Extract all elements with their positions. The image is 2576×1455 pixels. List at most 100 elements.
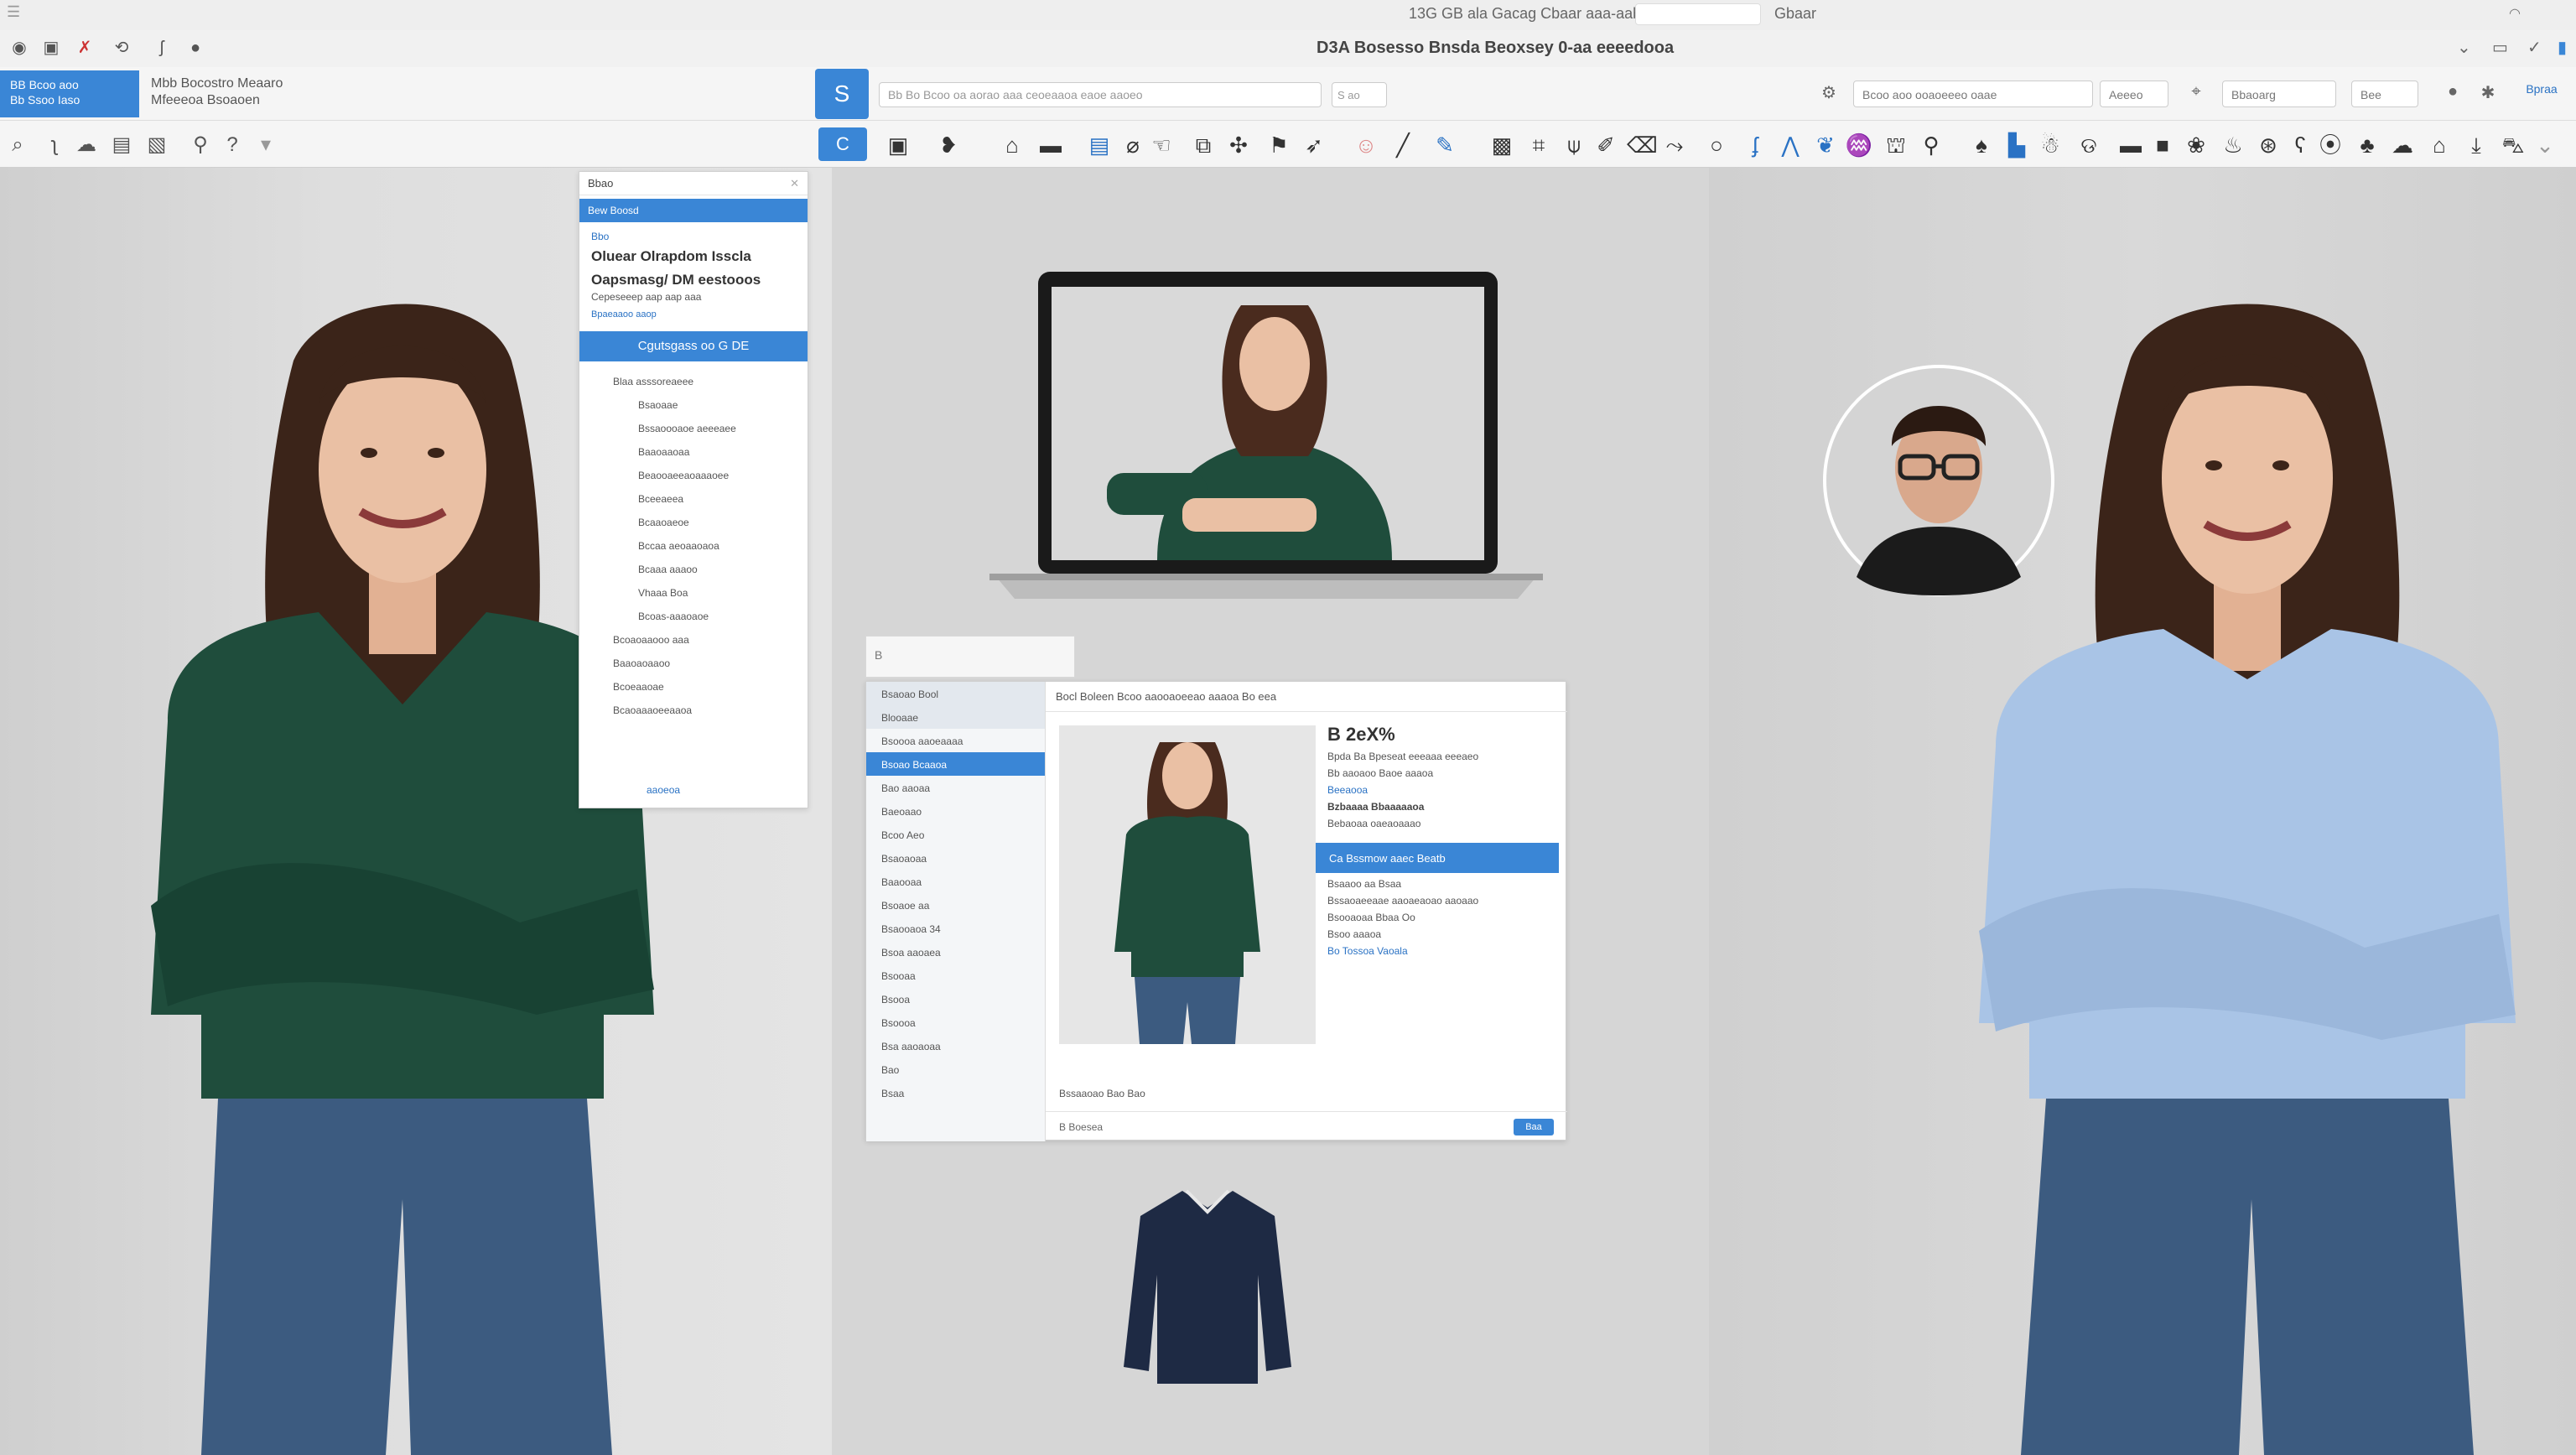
panel-link[interactable]: Bpaeaaoo aaop [591,309,796,320]
heart-tool-icon[interactable]: ❥ [934,131,963,159]
cloud-icon[interactable]: ☁ [74,133,99,158]
sidebar-item[interactable]: Bcoo Aeo [866,823,1045,846]
wave-tool-icon[interactable]: ⦿ [2316,131,2345,159]
option-selector[interactable]: Ca Bssmow aaec Beatb [1316,843,1559,873]
face-tool-icon[interactable]: ☺ [1352,131,1380,159]
product-photo[interactable] [1059,725,1316,1044]
square-tool-icon[interactable]: ■ [2148,131,2177,159]
list-item[interactable]: Bcoeaaoae [613,675,808,699]
transform-tool-icon[interactable]: ✣ [1224,131,1253,159]
navy-sweater-image[interactable] [1115,1182,1300,1392]
link-icon[interactable]: ⚲ [188,133,213,158]
mini-app-tab[interactable]: B [865,636,1075,678]
pen-tool-icon[interactable]: ✎ [1431,131,1459,159]
sidebar-item[interactable]: Bsa aaoaoaa [866,1034,1045,1057]
panel-action-button[interactable]: Cgutsgass oo G DE [579,331,808,361]
sidebar-item[interactable]: Bao [866,1057,1045,1081]
home-tool-icon[interactable]: ⌂ [998,131,1026,159]
sidebar-item[interactable]: Blooaae [866,705,1045,729]
frame-icon[interactable]: ▧ [144,133,169,158]
title-field[interactable] [1635,3,1761,25]
more-tool-icon[interactable]: ⌄ [2531,131,2559,159]
image-tool-icon[interactable]: ▣ [884,131,912,159]
list-item[interactable]: Bcaaa aaaoo [613,558,808,581]
list-item[interactable]: Bcoaoaaooo aaa [613,628,808,652]
hand-tool-icon[interactable]: ☜ [1147,131,1176,159]
dropdown-icon[interactable]: ▾ [253,133,278,158]
minus-tool-icon[interactable]: ▬ [2116,131,2145,159]
dodge-tool-icon[interactable]: ⚲ [1917,131,1945,159]
crop-icon[interactable]: ⟲ [111,37,132,59]
bottom-links[interactable]: Bssaaoao Bao Bao [1046,1084,1567,1104]
right-label[interactable]: Bpraa [2512,82,2571,104]
clone-tool-icon[interactable]: ⍦ [1560,131,1588,159]
lock-icon[interactable]: ▣ [40,37,62,59]
hook-tool-icon[interactable]: ʕ [2286,131,2314,159]
pin-icon[interactable]: ⌖ [2185,82,2207,104]
select-tool-icon[interactable]: ⋀ [1776,131,1805,159]
list-item[interactable]: Bcaaoaeoe [613,511,808,534]
sidebar-item-selected[interactable]: Bsoao Bcaaoa [866,752,1045,776]
sidebar-item[interactable]: Bsaoaoaa [866,846,1045,870]
lasso-icon[interactable]: ⌕ [5,133,30,158]
selected-item[interactable]: Bew Boosd [579,199,808,222]
pin-tool-icon[interactable]: ⚑ [1265,131,1293,159]
sidebar-item[interactable]: Bsoooa aaoeaaaa [866,729,1045,752]
sidebar-item[interactable]: Bao aaoaa [866,776,1045,799]
star-icon[interactable]: ✱ [2477,82,2499,104]
globe-tool-icon[interactable]: ⊛ [2254,131,2283,159]
list-item[interactable]: Baaoaoaaoo [613,652,808,675]
list-item[interactable]: Bceeaeea [613,487,808,511]
doc-tool-icon[interactable]: ▤ [1085,131,1114,159]
menu-icon[interactable]: ☰ [7,3,20,21]
sidebar-item[interactable]: Bsooaa [866,964,1045,987]
heal-tool-icon[interactable]: ✐ [1592,131,1620,159]
frame-tool-icon[interactable]: ▩ [1488,131,1516,159]
sample-tool-icon[interactable]: ▙ [2002,131,2031,159]
panel-icon[interactable]: ▮ [2558,37,2567,58]
bucket-tool-icon[interactable]: ⛫ [1882,131,1910,159]
right-field-3[interactable]: Bbaoarg [2222,81,2336,107]
share-icon[interactable]: ✗ [74,37,96,59]
car-tool-icon[interactable]: ⛍ [2499,131,2527,159]
ellipse-tool-icon[interactable]: ○ [1702,131,1731,159]
right-field-1[interactable]: Bcoo aoo ooaoeeeo oaae [1853,81,2093,107]
brush2-tool-icon[interactable]: ❀ [2182,131,2210,159]
cloud-tool-icon[interactable]: ☁ [2388,131,2417,159]
camera-tool-icon[interactable]: ▬ [1036,131,1065,159]
arrow-tool-icon[interactable]: ➶ [1300,131,1328,159]
list-item[interactable]: Bssaoooaoe aeeeaee [613,417,808,440]
drop-tool-icon[interactable]: ⌀ [1119,131,1147,159]
list-item[interactable]: Bcaoaaaoeeaaoa [613,699,808,722]
gallery-tool-icon[interactable]: ⧉ [1189,131,1218,159]
line-tool-icon[interactable]: ╱ [1389,131,1417,159]
path-tool-icon[interactable]: ⤳ [1660,131,1689,159]
s-button[interactable]: S [815,69,869,119]
hands-tool-icon[interactable]: ♨ [2219,131,2247,159]
account-box[interactable]: BB Bcoo aoo Bb Ssoo Iaso [0,70,139,117]
search-input[interactable]: Bb Bo Bcoo oa aorao aaa ceoeaaoa eaoe aa… [879,82,1322,107]
detail-link[interactable]: Bo Tossoa Vaoala [1316,940,1559,957]
feather-tool-icon[interactable]: ❦ [1811,131,1840,159]
right-field-2[interactable]: Aeeeo [2100,81,2168,107]
search-chip[interactable]: S ao [1332,82,1387,107]
close-icon[interactable]: ✕ [790,177,799,190]
drip-tool-icon[interactable]: ♒ [1845,131,1873,159]
canvas-area[interactable]: Bbao ✕ Bew Boosd Bbo Oluear Olrapdom Iss… [0,168,2576,1455]
detail-link[interactable]: Beeaooa [1316,779,1559,796]
sidebar-item[interactable]: Bsoaoe aa [866,893,1045,917]
list-item[interactable]: Vhaaa Boa [613,581,808,605]
woman-blue-photo[interactable] [1962,243,2532,1455]
eraser-tool-icon[interactable]: ⌫ [1627,131,1658,159]
house-tool-icon[interactable]: ⌂ [2425,131,2454,159]
gear-icon[interactable]: ⚙ [1818,82,1840,104]
question-icon[interactable]: ? [220,133,245,158]
go-button[interactable]: Baa [1514,1119,1554,1135]
list-item[interactable]: Beaooaeeaoaaaoee [613,464,808,487]
sidebar-item[interactable]: Bsaooaoa 34 [866,917,1045,940]
sidebar-item[interactable]: Baaooaa [866,870,1045,893]
smudge-tool-icon[interactable]: ♠ [1967,131,1996,159]
panel-footer-link[interactable]: aaoeoa [647,784,680,796]
layers-icon[interactable]: ▤ [109,133,134,158]
sidebar-item[interactable]: Bsaa [866,1081,1045,1104]
